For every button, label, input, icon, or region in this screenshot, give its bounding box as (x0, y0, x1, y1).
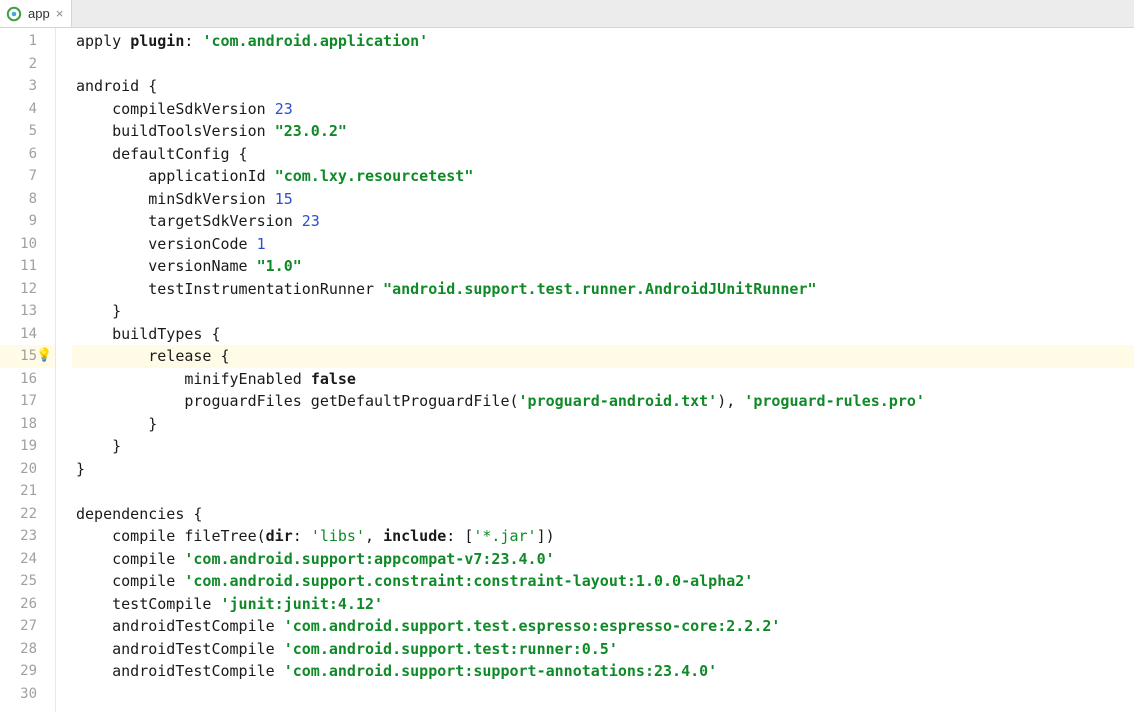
line-number: 29 (0, 660, 55, 683)
code-line[interactable]: applicationId "com.lxy.resourcetest" (72, 165, 1134, 188)
code-line[interactable]: androidTestCompile 'com.android.support.… (72, 638, 1134, 661)
code-line[interactable]: buildToolsVersion "23.0.2" (72, 120, 1134, 143)
line-number: 6 (0, 143, 55, 166)
code-line[interactable]: buildTypes { (72, 323, 1134, 346)
line-number: 18 (0, 413, 55, 436)
line-number: 9 (0, 210, 55, 233)
code-line[interactable]: compile 'com.android.support.constraint:… (72, 570, 1134, 593)
line-number: 21 (0, 480, 55, 503)
line-number: 27 (0, 615, 55, 638)
line-number: 15💡 (0, 345, 55, 368)
code-line[interactable]: defaultConfig { (72, 143, 1134, 166)
file-tab[interactable]: app × (0, 0, 72, 27)
close-icon[interactable]: × (56, 6, 64, 21)
code-line[interactable]: androidTestCompile 'com.android.support.… (72, 615, 1134, 638)
code-line[interactable]: compileSdkVersion 23 (72, 98, 1134, 121)
code-line[interactable]: } (72, 435, 1134, 458)
line-number: 4 (0, 98, 55, 121)
code-line[interactable]: android { (72, 75, 1134, 98)
code-line[interactable]: proguardFiles getDefaultProguardFile('pr… (72, 390, 1134, 413)
line-number: 23 (0, 525, 55, 548)
code-line[interactable]: minSdkVersion 15 (72, 188, 1134, 211)
line-number: 24 (0, 548, 55, 571)
line-number: 8 (0, 188, 55, 211)
line-number: 1 (0, 30, 55, 53)
line-number: 10 (0, 233, 55, 256)
line-number: 5 (0, 120, 55, 143)
lightbulb-icon[interactable]: 💡 (36, 345, 52, 368)
code-line[interactable]: } (72, 300, 1134, 323)
gradle-icon (6, 6, 22, 22)
line-number: 11 (0, 255, 55, 278)
line-number: 28 (0, 638, 55, 661)
code-line[interactable]: targetSdkVersion 23 (72, 210, 1134, 233)
code-line[interactable]: compile fileTree(dir: 'libs', include: [… (72, 525, 1134, 548)
code-line[interactable]: versionName "1.0" (72, 255, 1134, 278)
code-line[interactable]: testInstrumentationRunner "android.suppo… (72, 278, 1134, 301)
line-number: 20 (0, 458, 55, 481)
code-area[interactable]: apply plugin: 'com.android.application' … (72, 28, 1134, 712)
line-number: 3 (0, 75, 55, 98)
line-number: 12 (0, 278, 55, 301)
line-number: 17 (0, 390, 55, 413)
line-number: 2 (0, 53, 55, 76)
editor: 123456789101112131415💡161718192021222324… (0, 28, 1134, 712)
code-line[interactable]: release { (72, 345, 1134, 368)
line-number: 22 (0, 503, 55, 526)
line-number: 7 (0, 165, 55, 188)
line-number: 16 (0, 368, 55, 391)
code-line[interactable]: androidTestCompile 'com.android.support:… (72, 660, 1134, 683)
fold-column (56, 28, 72, 712)
code-line[interactable]: } (72, 458, 1134, 481)
code-line[interactable]: compile 'com.android.support:appcompat-v… (72, 548, 1134, 571)
code-line[interactable]: testCompile 'junit:junit:4.12' (72, 593, 1134, 616)
code-line[interactable] (72, 53, 1134, 76)
gutter: 123456789101112131415💡161718192021222324… (0, 28, 56, 712)
line-number: 25 (0, 570, 55, 593)
line-number: 19 (0, 435, 55, 458)
code-line[interactable]: versionCode 1 (72, 233, 1134, 256)
tab-bar: app × (0, 0, 1134, 28)
code-line[interactable] (72, 480, 1134, 503)
tab-label: app (28, 6, 50, 21)
line-number: 30 (0, 683, 55, 706)
code-line[interactable]: apply plugin: 'com.android.application' (72, 30, 1134, 53)
code-line[interactable]: } (72, 413, 1134, 436)
code-line[interactable]: dependencies { (72, 503, 1134, 526)
line-number: 26 (0, 593, 55, 616)
code-line[interactable]: minifyEnabled false (72, 368, 1134, 391)
line-number: 13 (0, 300, 55, 323)
code-line[interactable] (72, 683, 1134, 706)
line-number: 14 (0, 323, 55, 346)
